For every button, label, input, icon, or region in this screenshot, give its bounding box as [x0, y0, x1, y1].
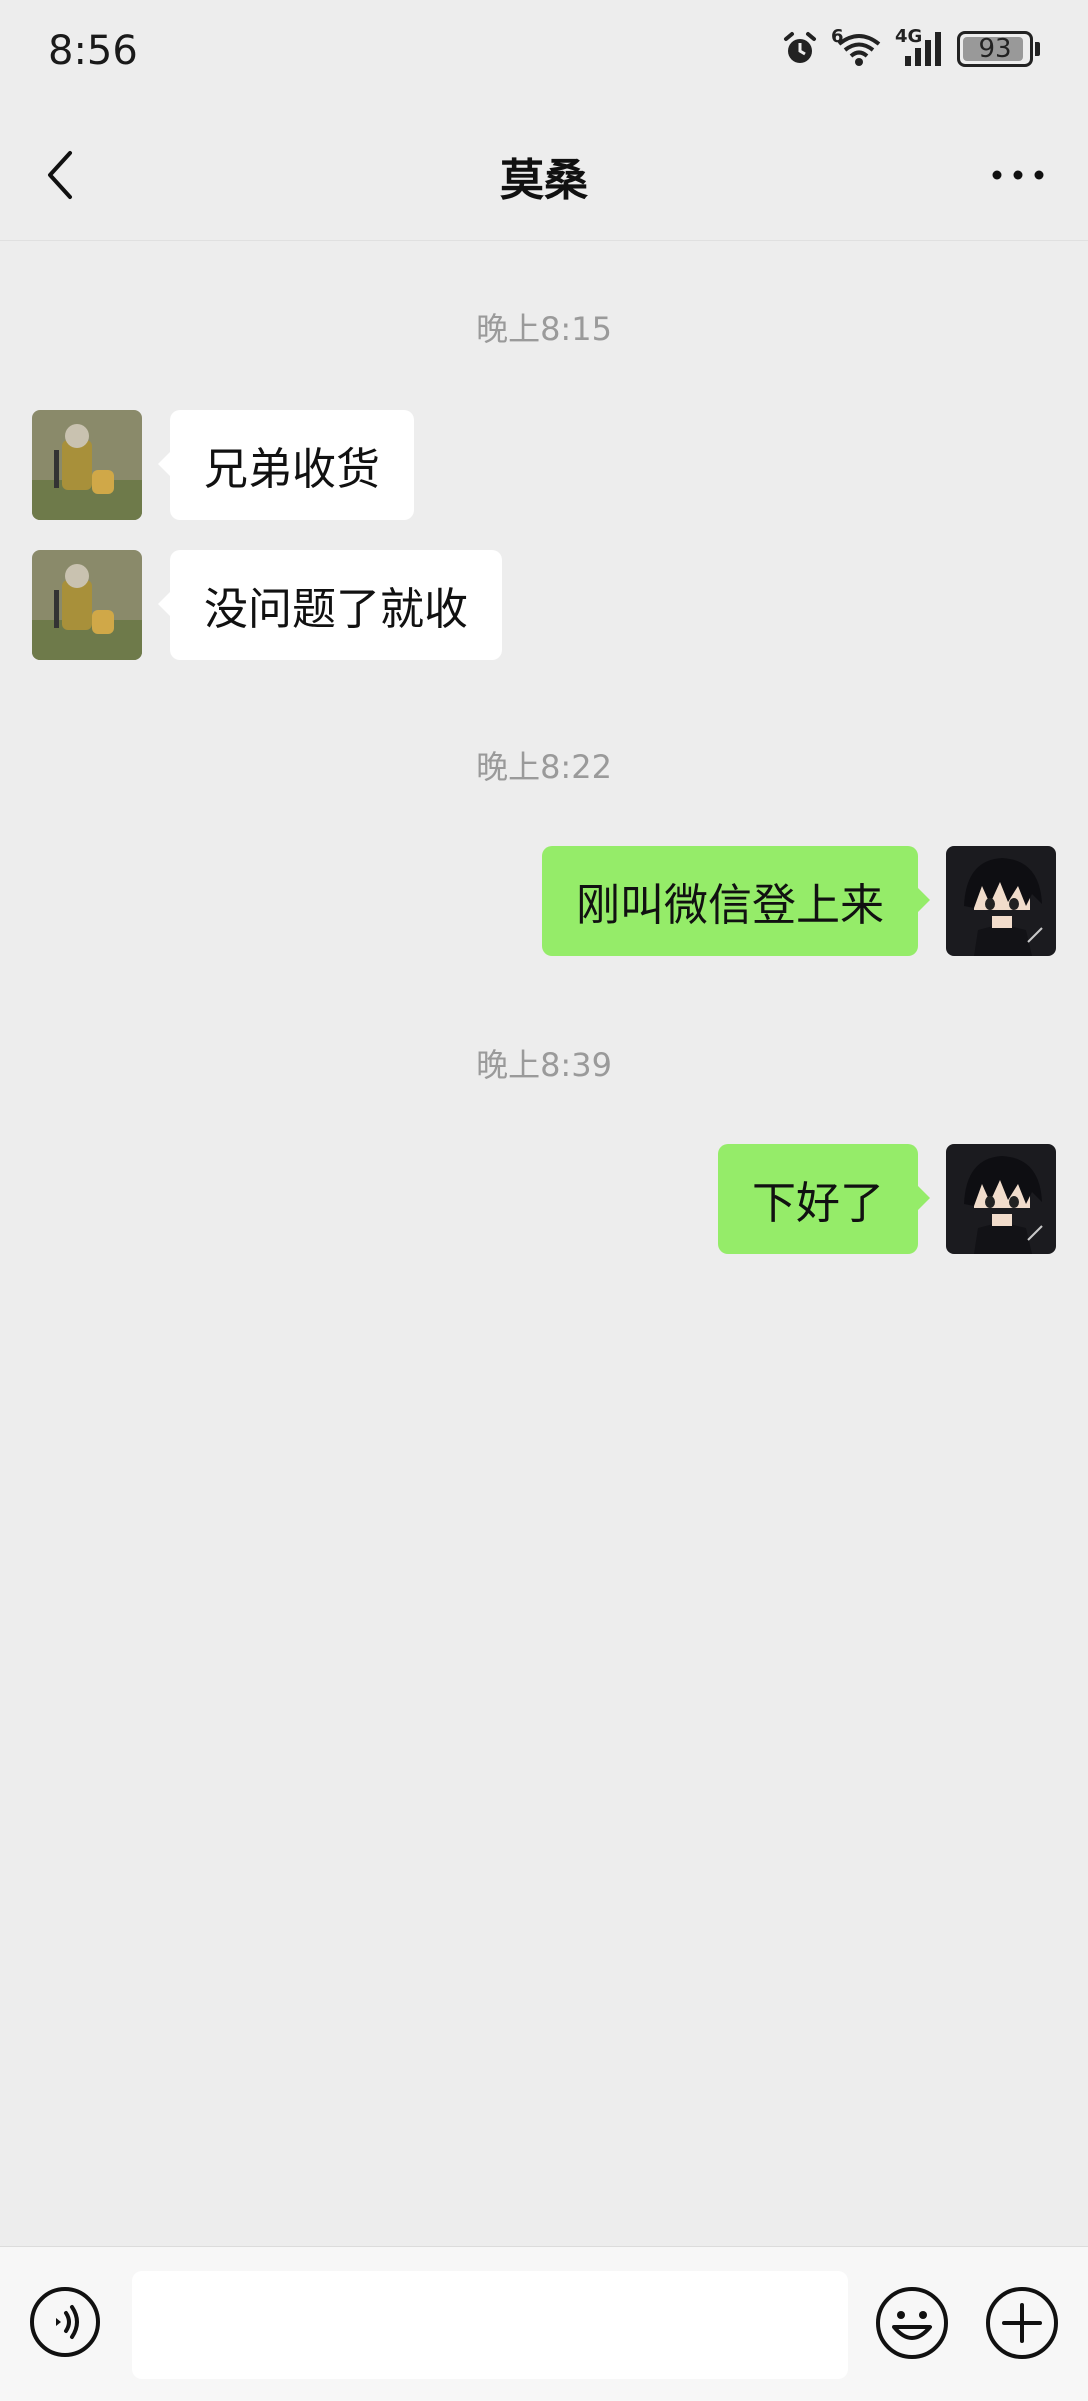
user-avatar[interactable]: [946, 1144, 1056, 1254]
more-icon: [992, 170, 1044, 180]
more-button[interactable]: [978, 140, 1058, 210]
timestamp: 晚上8:39: [476, 1046, 612, 1084]
plus-icon: [986, 2287, 1058, 2359]
wifi-label: 6: [831, 26, 844, 47]
contact-avatar[interactable]: [32, 550, 142, 660]
incoming-message[interactable]: 兄弟收货: [158, 410, 414, 520]
chat-title: 莫桑: [500, 155, 588, 206]
timestamp: 晚上8:15: [476, 310, 612, 348]
incoming-message[interactable]: 没问题了就收: [158, 550, 502, 660]
battery-level: 93: [978, 34, 1012, 64]
emoji-icon: [876, 2287, 948, 2359]
voice-icon: [30, 2287, 100, 2357]
chat-header: 莫桑: [0, 110, 1088, 241]
status-icons: 6 4G 93: [781, 26, 1040, 68]
status-bar: 8:56 6 4G 93: [0, 0, 1088, 110]
network-label: 4G: [895, 26, 923, 47]
input-bar: [0, 2246, 1088, 2401]
plus-button[interactable]: [984, 2285, 1060, 2361]
alarm-icon: [784, 32, 816, 63]
outgoing-message[interactable]: 刚叫微信登上来: [542, 846, 930, 956]
outgoing-message[interactable]: 下好了: [718, 1144, 930, 1254]
signal-icon: 4G: [895, 26, 945, 68]
user-avatar[interactable]: [946, 846, 1056, 956]
status-time: 8:56: [48, 28, 138, 74]
message-input[interactable]: [132, 2271, 848, 2379]
timestamp: 晚上8:22: [476, 748, 612, 786]
wifi-icon: 6: [831, 26, 883, 68]
contact-avatar[interactable]: [32, 410, 142, 520]
emoji-button[interactable]: [874, 2285, 950, 2361]
battery-icon: 93: [957, 31, 1033, 67]
voice-button[interactable]: [28, 2285, 102, 2359]
